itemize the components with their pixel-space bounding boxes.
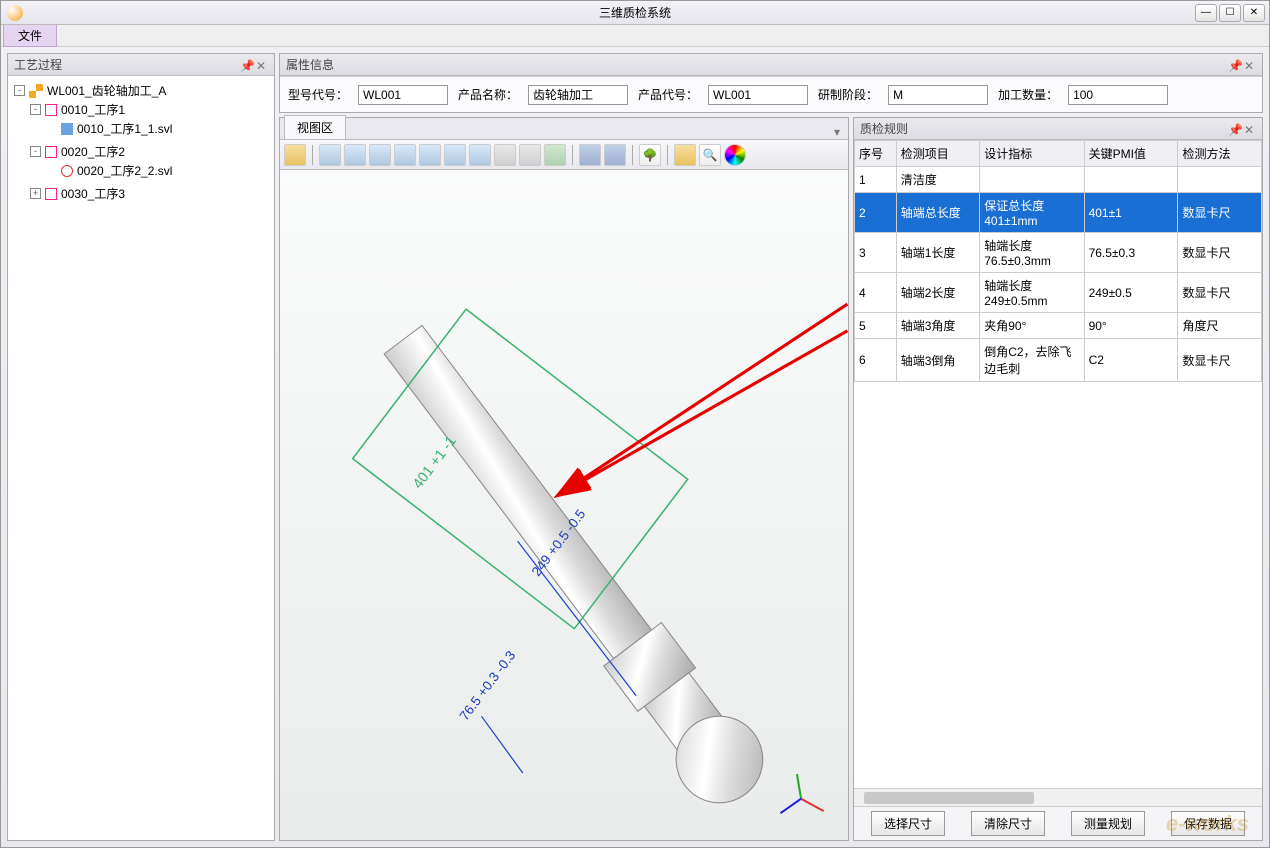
attributes-panel: 属性信息 📌 ✕ 型号代号： 产品名称： 产品代号： 研制阶段： 加工数量： <box>279 53 1263 113</box>
view-back-icon[interactable] <box>369 144 391 166</box>
minimize-button[interactable]: — <box>1195 4 1217 22</box>
tree-node-0010[interactable]: -0010_工序1 <box>30 101 270 118</box>
palette-icon[interactable] <box>724 144 746 166</box>
tree-icon[interactable]: 🌳 <box>639 144 661 166</box>
tree-node-0030[interactable]: +0030_工序3 <box>30 185 270 202</box>
rules-table[interactable]: 序号 检测项目 设计指标 关键PMI值 检测方法 1清洁度 2轴端总长度保证总长… <box>854 140 1262 382</box>
window-title: 三维质检系统 <box>599 4 671 21</box>
table-row[interactable]: 1清洁度 <box>855 167 1262 193</box>
clear-dimension-button[interactable]: 清除尺寸 <box>971 811 1045 836</box>
pin-icon[interactable]: 📌 <box>1228 59 1240 71</box>
table-header: 序号 检测项目 设计指标 关键PMI值 检测方法 <box>855 141 1262 167</box>
view-iso-icon[interactable] <box>319 144 341 166</box>
snapshot-icon[interactable] <box>604 144 626 166</box>
close-icon[interactable]: ✕ <box>256 59 268 71</box>
rules-panel: 质检规则 📌 ✕ 序号 检测项目 设计指标 关键PMI值 检测方法 1清洁度 <box>853 117 1263 841</box>
tree-leaf-0010-1[interactable]: 0010_工序1_1.svl <box>46 120 270 137</box>
phase-input[interactable] <box>888 85 988 105</box>
folder2-icon[interactable] <box>674 144 696 166</box>
main-window: 三维质检系统 — ☐ ✕ 文件 工艺过程 📌 ✕ -WL001_齿轮轴加工_A … <box>0 0 1270 848</box>
camera-icon[interactable] <box>579 144 601 166</box>
table-row[interactable]: 5轴端3角度夹角90°90°角度尺 <box>855 313 1262 339</box>
qty-label: 加工数量： <box>998 86 1058 103</box>
close-icon[interactable]: ✕ <box>1244 59 1256 71</box>
model-code-input[interactable] <box>358 85 448 105</box>
measure-plan-button[interactable]: 测量规划 <box>1071 811 1145 836</box>
view-toolbar: 🌳 🔍 <box>280 140 848 170</box>
zoom-fit-icon[interactable] <box>544 144 566 166</box>
dimension-76: 76.5 +0.3 -0.3 <box>456 648 518 723</box>
tab-viewport[interactable]: 视图区 <box>284 115 346 139</box>
titlebar: 三维质检系统 — ☐ ✕ <box>1 1 1269 25</box>
rules-title: 质检规则 <box>860 120 908 137</box>
process-panel-header: 工艺过程 📌 ✕ <box>8 54 274 76</box>
process-tree[interactable]: -WL001_齿轮轴加工_A -0010_工序1 0010_工序1_1.svl … <box>8 76 274 840</box>
view-left-icon[interactable] <box>394 144 416 166</box>
dropdown-icon[interactable]: ▾ <box>830 125 844 139</box>
table-row[interactable]: 4轴端2长度轴端长度249±0.5mm249±0.5数显卡尺 <box>855 273 1262 313</box>
product-name-input[interactable] <box>528 85 628 105</box>
table-row[interactable]: 3轴端1长度轴端长度76.5±0.3mm76.5±0.3数显卡尺 <box>855 233 1262 273</box>
pin-icon[interactable]: 📌 <box>1228 123 1240 135</box>
3d-viewport[interactable]: 401 +1 -1 249 +0.5 -0.5 76.5 +0.3 -0.3 <box>280 170 848 840</box>
viewport-panel: 视图区 ▾ <box>279 117 849 841</box>
view-bottom-icon[interactable] <box>469 144 491 166</box>
product-code-label: 产品代号： <box>638 86 698 103</box>
rules-scrollbar[interactable] <box>854 788 1262 806</box>
attributes-title: 属性信息 <box>286 56 334 73</box>
phase-label: 研制阶段： <box>818 86 878 103</box>
save-data-button[interactable]: 保存数据 <box>1171 811 1245 836</box>
close-button[interactable]: ✕ <box>1243 4 1265 22</box>
maximize-button[interactable]: ☐ <box>1219 4 1241 22</box>
close-icon[interactable]: ✕ <box>1244 123 1256 135</box>
view-right-icon[interactable] <box>419 144 441 166</box>
model-code-label: 型号代号： <box>288 86 348 103</box>
menubar: 文件 <box>1 25 1269 47</box>
product-name-label: 产品名称： <box>458 86 518 103</box>
open-icon[interactable] <box>284 144 306 166</box>
app-icon <box>7 5 23 21</box>
menu-file[interactable]: 文件 <box>3 24 57 47</box>
pin-icon[interactable]: 📌 <box>240 59 252 71</box>
product-code-input[interactable] <box>708 85 808 105</box>
find-icon[interactable]: 🔍 <box>699 144 721 166</box>
view-top-icon[interactable] <box>444 144 466 166</box>
view-multi-icon[interactable] <box>494 144 516 166</box>
view-multi2-icon[interactable] <box>519 144 541 166</box>
select-dimension-button[interactable]: 选择尺寸 <box>871 811 945 836</box>
table-row-selected[interactable]: 2轴端总长度保证总长度401±1mm401±1数显卡尺 <box>855 193 1262 233</box>
qty-input[interactable] <box>1068 85 1168 105</box>
view-front-icon[interactable] <box>344 144 366 166</box>
table-row[interactable]: 6轴端3倒角倒角C2，去除飞边毛刺C2数显卡尺 <box>855 339 1262 382</box>
tree-node-0020[interactable]: -0020_工序2 <box>30 143 270 160</box>
process-panel-title: 工艺过程 <box>14 56 62 73</box>
dimension-401: 401 +1 -1 <box>410 433 460 492</box>
process-panel: 工艺过程 📌 ✕ -WL001_齿轮轴加工_A -0010_工序1 0010_工… <box>7 53 275 841</box>
tree-leaf-0020-2[interactable]: 0020_工序2_2.svl <box>46 162 270 179</box>
tree-root[interactable]: -WL001_齿轮轴加工_A <box>14 82 270 99</box>
